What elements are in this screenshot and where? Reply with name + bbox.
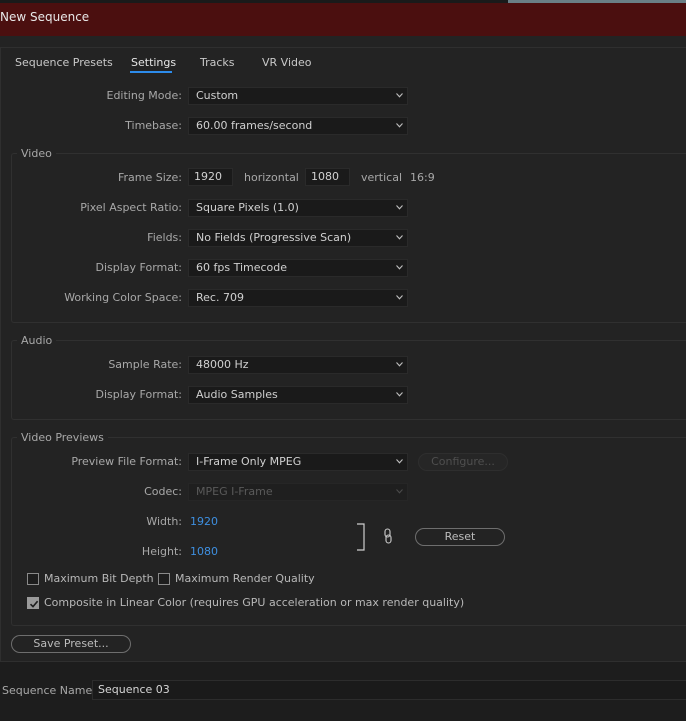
chevron-down-icon bbox=[396, 362, 403, 368]
tab-active-indicator bbox=[130, 71, 172, 73]
video-previews-group-title: Video Previews bbox=[17, 431, 108, 444]
video-display-format-select[interactable]: 60 fps Timecode bbox=[188, 259, 408, 277]
chevron-down-icon bbox=[396, 489, 403, 495]
codec-value: MPEG I-Frame bbox=[196, 485, 273, 498]
chevron-down-icon bbox=[396, 205, 403, 211]
preview-format-select[interactable]: I-Frame Only MPEG bbox=[188, 453, 408, 471]
codec-label: Codec: bbox=[144, 485, 182, 498]
reset-button[interactable]: Reset bbox=[415, 528, 505, 546]
color-space-label: Working Color Space: bbox=[64, 291, 182, 304]
sequence-name-label: Sequence Name: bbox=[2, 684, 96, 697]
pixel-aspect-select[interactable]: Square Pixels (1.0) bbox=[188, 199, 408, 217]
sample-rate-value: 48000 Hz bbox=[196, 358, 249, 371]
video-display-format-label: Display Format: bbox=[95, 261, 182, 274]
preview-format-label: Preview File Format: bbox=[71, 455, 182, 468]
fields-select[interactable]: No Fields (Progressive Scan) bbox=[188, 229, 408, 247]
aspect-ratio-readout: 16:9 bbox=[410, 171, 435, 184]
timebase-value: 60.00 frames/second bbox=[196, 119, 313, 132]
timebase-label: Timebase: bbox=[125, 119, 182, 132]
frame-height-input[interactable]: 1080 bbox=[305, 168, 350, 186]
tab-settings[interactable]: Settings bbox=[131, 56, 176, 69]
linear-color-label: Composite in Linear Color (requires GPU … bbox=[44, 596, 465, 609]
window-title: New Sequence bbox=[0, 10, 90, 24]
preview-height-label: Height: bbox=[141, 545, 182, 558]
preview-height-value[interactable]: 1080 bbox=[190, 545, 218, 558]
preview-width-label: Width: bbox=[146, 515, 182, 528]
max-bit-depth-checkbox[interactable] bbox=[27, 573, 39, 585]
audio-display-format-select[interactable]: Audio Samples bbox=[188, 386, 408, 404]
audio-group-title: Audio bbox=[17, 334, 57, 347]
tab-tracks[interactable]: Tracks bbox=[200, 56, 235, 69]
sequence-name-input[interactable]: Sequence 03 bbox=[92, 680, 686, 700]
frame-size-label: Frame Size: bbox=[117, 171, 182, 184]
color-space-select[interactable]: Rec. 709 bbox=[188, 289, 408, 307]
sample-rate-label: Sample Rate: bbox=[108, 358, 182, 371]
fields-value: No Fields (Progressive Scan) bbox=[196, 231, 352, 244]
title-bar bbox=[0, 0, 686, 36]
editing-mode-label: Editing Mode: bbox=[106, 89, 183, 102]
preview-format-value: I-Frame Only MPEG bbox=[196, 455, 302, 468]
pixel-aspect-label: Pixel Aspect Ratio: bbox=[80, 201, 182, 214]
chain-link-icon[interactable] bbox=[383, 528, 393, 544]
audio-display-format-label: Display Format: bbox=[95, 388, 182, 401]
max-bit-depth-label: Maximum Bit Depth bbox=[44, 572, 154, 585]
chevron-down-icon bbox=[396, 265, 403, 271]
color-space-value: Rec. 709 bbox=[196, 291, 244, 304]
save-preset-button[interactable]: Save Preset... bbox=[11, 635, 131, 653]
max-render-quality-checkbox[interactable] bbox=[158, 573, 170, 585]
sample-rate-select[interactable]: 48000 Hz bbox=[188, 356, 408, 374]
timebase-select[interactable]: 60.00 frames/second bbox=[188, 117, 408, 135]
horizontal-label: horizontal bbox=[244, 171, 299, 184]
chevron-down-icon bbox=[396, 295, 403, 301]
video-display-format-value: 60 fps Timecode bbox=[196, 261, 288, 274]
chevron-down-icon bbox=[396, 459, 403, 465]
editing-mode-value: Custom bbox=[196, 89, 239, 102]
fields-label: Fields: bbox=[147, 231, 182, 244]
preview-width-value[interactable]: 1920 bbox=[190, 515, 218, 528]
linear-color-checkbox[interactable] bbox=[27, 597, 39, 609]
chevron-down-icon bbox=[396, 93, 403, 99]
tab-vr-video[interactable]: VR Video bbox=[262, 56, 311, 69]
editing-mode-select[interactable]: Custom bbox=[188, 87, 408, 105]
pixel-aspect-value: Square Pixels (1.0) bbox=[196, 201, 299, 214]
chevron-down-icon bbox=[396, 392, 403, 398]
audio-group bbox=[11, 340, 686, 420]
checkmark-icon bbox=[29, 600, 39, 608]
codec-select[interactable]: MPEG I-Frame bbox=[188, 483, 408, 501]
video-group-title: Video bbox=[17, 147, 56, 160]
chevron-down-icon bbox=[396, 235, 403, 241]
max-render-quality-label: Maximum Render Quality bbox=[175, 572, 315, 585]
frame-width-input[interactable]: 1920 bbox=[188, 168, 233, 186]
vertical-label: vertical bbox=[361, 171, 403, 184]
audio-display-format-value: Audio Samples bbox=[196, 388, 278, 401]
configure-button[interactable]: Configure... bbox=[418, 453, 508, 471]
link-bracket bbox=[356, 523, 366, 551]
tab-sequence-presets[interactable]: Sequence Presets bbox=[15, 56, 113, 69]
background-thumbnails bbox=[508, 0, 686, 3]
chevron-down-icon bbox=[396, 123, 403, 129]
